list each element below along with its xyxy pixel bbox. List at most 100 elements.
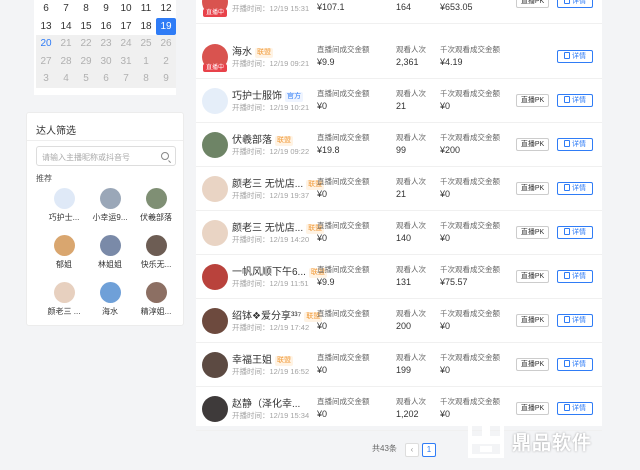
calendar-day[interactable]: 3	[36, 70, 56, 88]
creator-search-box[interactable]	[36, 146, 176, 167]
calendar-day[interactable]: 24	[116, 35, 136, 53]
calendar-day[interactable]: 28	[56, 52, 76, 70]
avatar[interactable]	[202, 176, 228, 202]
calendar-day[interactable]: 25	[136, 35, 156, 53]
calendar-day[interactable]: 9	[96, 0, 116, 18]
live-pk-button[interactable]: 直播PK	[516, 358, 549, 371]
creator-name[interactable]: 一帆风顺下午6... 联盟	[232, 263, 327, 278]
creator-search-input[interactable]	[37, 148, 152, 167]
recommended-creator[interactable]: 伏羲部落	[133, 188, 179, 235]
live-pk-button[interactable]: 直播PK	[516, 314, 549, 327]
calendar-day[interactable]: 26	[156, 35, 176, 53]
detail-button[interactable]: 详情	[557, 358, 593, 371]
detail-button[interactable]: 详情	[557, 50, 593, 63]
pagination-page-1[interactable]: 1	[422, 443, 436, 457]
live-pk-button[interactable]: 直播PK	[516, 0, 549, 8]
calendar-day[interactable]: 21	[56, 35, 76, 53]
creator-name[interactable]: 颜老三 无忧店... 联盟	[232, 219, 325, 234]
recommended-creator[interactable]: 小幸运9...	[87, 188, 133, 235]
detail-button[interactable]: 详情	[557, 182, 593, 195]
avatar[interactable]	[99, 188, 121, 209]
avatar[interactable]	[202, 396, 228, 422]
calendar-day[interactable]: 16	[96, 18, 116, 36]
live-pk-button[interactable]: 直播PK	[516, 182, 549, 195]
calendar-day[interactable]: 8	[76, 0, 96, 18]
per-thousand-label: 千次观看成交金额	[440, 265, 500, 274]
document-icon	[564, 140, 570, 147]
recommended-creator[interactable]: 快乐无...	[133, 235, 179, 282]
calendar-day[interactable]: 9	[156, 70, 176, 88]
avatar[interactable]	[202, 308, 228, 334]
calendar-day[interactable]: 30	[96, 52, 116, 70]
calendar-day[interactable]: 29	[76, 52, 96, 70]
calendar-day[interactable]: 20	[36, 35, 56, 53]
detail-button[interactable]: 详情	[557, 138, 593, 151]
avatar[interactable]	[202, 264, 228, 290]
avatar[interactable]	[99, 282, 121, 303]
avatar[interactable]	[53, 282, 75, 303]
creator-name[interactable]: 巧护士服饰 官方	[232, 87, 303, 102]
live-pk-button[interactable]: 直播PK	[516, 270, 549, 283]
calendar-day[interactable]: 5	[76, 70, 96, 88]
calendar-day[interactable]: 12	[156, 0, 176, 18]
recommended-creator[interactable]: 颜老三 ...	[41, 282, 87, 329]
calendar-day[interactable]: 31	[116, 52, 136, 70]
live-pk-button[interactable]: 直播PK	[516, 94, 549, 107]
calendar-day[interactable]: 7	[116, 70, 136, 88]
recommended-creator[interactable]: 巧护士...	[41, 188, 87, 235]
avatar[interactable]	[53, 235, 75, 256]
recommended-creator[interactable]: 海水	[87, 282, 133, 329]
calendar-day[interactable]: 22	[76, 35, 96, 53]
live-room-row: 幸福王姐 联盟 开播时间：12/19 16:52 直播间成交金额 ¥0 观看人次 199 千次…	[196, 343, 602, 387]
calendar-day[interactable]: 13	[36, 18, 56, 36]
creator-name[interactable]: 海水 联盟	[232, 43, 273, 58]
pagination-prev-button[interactable]: ‹	[405, 443, 419, 457]
calendar-day[interactable]: 27	[36, 52, 56, 70]
avatar[interactable]	[53, 188, 75, 209]
calendar-day[interactable]: 7	[56, 0, 76, 18]
detail-button[interactable]: 详情	[557, 0, 593, 8]
avatar[interactable]	[202, 352, 228, 378]
viewers-label: 观看人次	[396, 221, 426, 230]
calendar-day[interactable]: 6	[36, 0, 56, 18]
calendar-day[interactable]: 6	[96, 70, 116, 88]
avatar[interactable]	[202, 88, 228, 114]
calendar-day[interactable]: 10	[116, 0, 136, 18]
creator-name[interactable]: 赵静（泽化幸...	[232, 395, 300, 410]
calendar-day[interactable]: 8	[136, 70, 156, 88]
document-icon	[564, 0, 570, 4]
calendar-day[interactable]: 15	[76, 18, 96, 36]
recommended-creator[interactable]: 林姐姐	[87, 235, 133, 282]
detail-button[interactable]: 详情	[557, 314, 593, 327]
creator-name[interactable]: 颜老三 无忧店... 联盟	[232, 175, 325, 190]
calendar-day[interactable]: 14	[56, 18, 76, 36]
avatar[interactable]	[202, 132, 228, 158]
detail-button[interactable]: 详情	[557, 94, 593, 107]
recommended-creator[interactable]: 郁姐	[41, 235, 87, 282]
detail-button[interactable]: 详情	[557, 270, 593, 283]
calendar-day[interactable]: 4	[56, 70, 76, 88]
calendar-day[interactable]: 17	[116, 18, 136, 36]
calendar-day[interactable]: 19	[156, 17, 176, 35]
calendar-day[interactable]: 1	[136, 52, 156, 70]
avatar[interactable]	[145, 188, 167, 209]
live-pk-button[interactable]: 直播PK	[516, 226, 549, 239]
creator-name[interactable]: 绍钵❖爱分享³³⁷ 联盟	[232, 307, 323, 322]
detail-button[interactable]: 详情	[557, 402, 593, 415]
calendar-day[interactable]: 2	[156, 52, 176, 70]
creator-name[interactable]: 伏羲部落 联盟	[232, 131, 293, 146]
calendar-day[interactable]: 23	[96, 35, 116, 53]
calendar-grid: 6 7 8 9 10 11 12 13 14 15 16 17 18 19 20 21 22 23 24 25 26 27…	[36, 0, 176, 88]
calendar-day[interactable]: 18	[136, 18, 156, 36]
recommended-creator[interactable]: 精淳姐...	[133, 282, 179, 329]
live-pk-button[interactable]: 直播PK	[516, 402, 549, 415]
avatar[interactable]	[145, 282, 167, 303]
calendar-day[interactable]: 11	[136, 0, 156, 18]
creator-name[interactable]: 幸福王姐 联盟	[232, 351, 293, 366]
detail-button[interactable]: 详情	[557, 226, 593, 239]
live-pk-button[interactable]: 直播PK	[516, 138, 549, 151]
search-icon[interactable]	[161, 152, 169, 160]
avatar[interactable]	[145, 235, 167, 256]
avatar[interactable]	[202, 220, 228, 246]
avatar[interactable]	[99, 235, 121, 256]
